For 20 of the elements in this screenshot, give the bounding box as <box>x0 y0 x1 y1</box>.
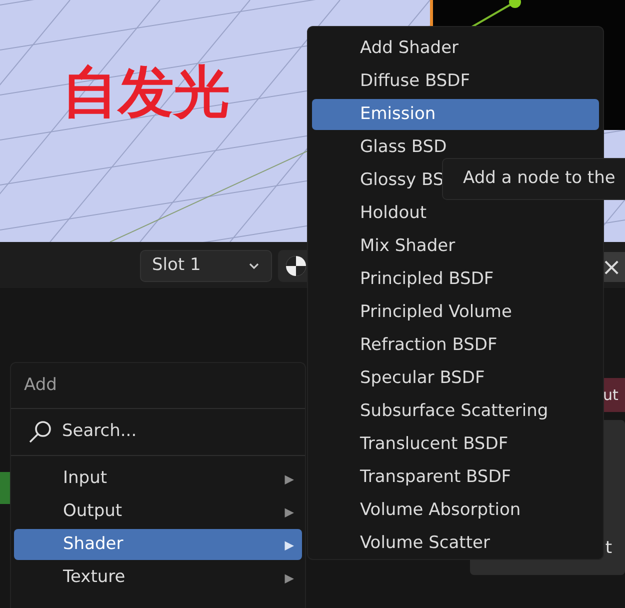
menu-item[interactable]: Texture ▶ <box>14 562 302 593</box>
chevron-icon <box>248 262 260 270</box>
menu-item[interactable]: Principled Volume <box>312 297 599 328</box>
menu-item[interactable]: Principled BSDF <box>312 264 599 295</box>
menu-item[interactable]: Mix Shader <box>312 231 599 262</box>
annotation-text: 自发光 <box>62 59 230 127</box>
menu-item[interactable]: Holdout <box>312 198 599 229</box>
menu-item[interactable]: Input ▶ <box>14 463 302 494</box>
search-icon <box>28 420 52 444</box>
search-field[interactable]: Search... <box>11 409 305 456</box>
menu-item[interactable]: Add Shader <box>312 33 599 64</box>
menu-item[interactable]: Diffuse BSDF <box>312 66 599 97</box>
menu-item[interactable]: Output ▶ <box>14 496 302 527</box>
menu-item[interactable]: Specular BSDF <box>312 363 599 394</box>
menu-item[interactable]: Shader ▶ <box>14 529 302 560</box>
slot-dropdown[interactable]: Slot 1 <box>140 250 272 282</box>
menu-item[interactable]: Emission <box>312 99 599 130</box>
tooltip: Add a node to the <box>442 158 625 200</box>
menu-title: Add <box>24 374 57 397</box>
menu-item[interactable]: Refraction BSDF <box>312 330 599 361</box>
